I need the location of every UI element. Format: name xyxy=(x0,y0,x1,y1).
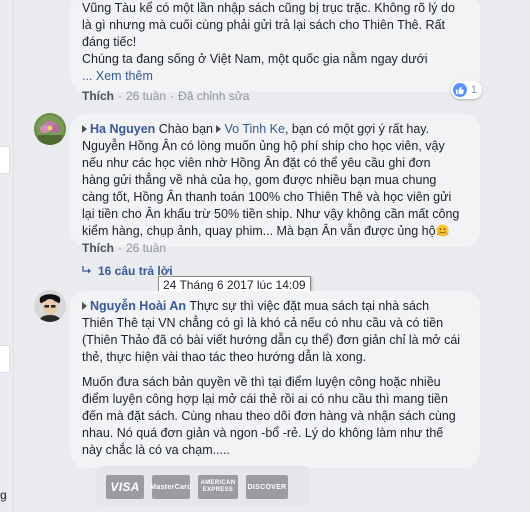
comment-bubble: Nguyễn Hoài An Thực sự thì việc đặt mua … xyxy=(70,291,480,468)
comment-author[interactable]: Nguyễn Hoài An xyxy=(90,299,186,313)
comment-line: thẻ, thực hiện vài thao tác theo hướng d… xyxy=(82,350,367,364)
edited-label[interactable]: Đã chỉnh sửa xyxy=(178,89,249,103)
caret-icon xyxy=(82,302,87,310)
left-edge-text: g xyxy=(0,488,7,502)
thumbs-up-icon xyxy=(452,83,467,97)
caret-icon xyxy=(82,125,87,133)
comment-line: nếu như các học viên nhờ Hồng Ân đặt có … xyxy=(82,156,431,170)
reply-arrow-icon xyxy=(82,264,92,278)
left-column-edge: g xyxy=(0,0,14,512)
comment-text: Thực sự thì việc đặt mua sách tại nhà sá… xyxy=(189,299,430,313)
comment-actions: Thích · 26 tuần xyxy=(82,241,167,255)
reaction-count[interactable]: 1 xyxy=(450,81,482,99)
comment-line: Thiên Thê tại VN chẳng có gì là khó cả n… xyxy=(82,316,444,330)
comment-line: này chắc là có va chạm..... xyxy=(82,443,230,457)
left-panel-box xyxy=(0,345,10,373)
payment-cards-image[interactable]: VISA MasterCard AMERICAN EXPRESS DISCOVE… xyxy=(96,466,310,506)
caret-icon xyxy=(216,125,222,133)
timestamp[interactable]: 26 tuần xyxy=(126,89,166,103)
timestamp[interactable]: 26 tuần xyxy=(126,241,166,255)
comment-line: đáng tiếc! xyxy=(82,35,137,49)
comment-line: Nguyễn Hồng Ân có lòng muốn ủng hộ phí s… xyxy=(82,139,445,153)
comment-line: đến mà đặt sách. Cùng nhau theo dõi đơn … xyxy=(82,409,456,423)
like-link[interactable]: Thích xyxy=(82,241,114,255)
comment-line: hàng gửi thẳng về nhà của họ, gom được n… xyxy=(82,173,437,187)
mastercard-logo: MasterCard xyxy=(150,475,191,499)
comment-bubble: Vũng Tàu kể có một lần nhập sách cũng bị… xyxy=(70,0,480,92)
see-more-link[interactable]: ... Xem thêm xyxy=(82,69,153,83)
hugging-face-emoji-icon xyxy=(436,224,449,237)
mention-link[interactable]: Vo Tinh Ke xyxy=(224,122,284,136)
comment-line: Chúng ta đang sống ở Việt Nam, một quốc … xyxy=(82,52,428,66)
reaction-number: 1 xyxy=(470,84,477,96)
comment-text: , bạn có một gợi ý rất hay. xyxy=(284,122,430,136)
discover-logo: DISCOVER xyxy=(246,475,288,499)
comment-line: (Thiên Thảo đã có bài viết hướng dẫn cụ … xyxy=(82,333,461,347)
comment-line: càng tốt, Hồng Ân thanh toán 100% cho Th… xyxy=(82,190,452,204)
comment-line: Vũng Tàu kể có một lần nhập sách cũng bị… xyxy=(82,1,455,15)
comment-line: Muốn đưa sách bản quyền về thì tại điểm … xyxy=(82,375,441,389)
like-link[interactable]: Thích xyxy=(82,89,114,103)
person-avatar-icon xyxy=(34,290,66,322)
flower-avatar-icon xyxy=(34,113,66,145)
comment-author[interactable]: Ha Nguyen xyxy=(90,122,155,136)
comment-line: là gì nhưng mà cuối cùng phải gửi trả lạ… xyxy=(82,18,446,32)
visa-logo: VISA xyxy=(106,475,144,499)
comment-line: điểm luyện công hợp lại mở cái thẻ rồi a… xyxy=(82,392,448,406)
left-panel-box xyxy=(0,146,10,174)
comment-line: lại tiền cho Ân khấu trừ 50% tiền ship. … xyxy=(82,207,460,221)
comment-actions: Thích · 26 tuần · Đã chỉnh sửa xyxy=(82,89,250,103)
avatar[interactable] xyxy=(34,113,66,145)
comment-greeting: Chào bạn xyxy=(158,122,213,136)
comment-line: kiểm hàng, chụp ảnh, quay phim... Mà bạn… xyxy=(82,224,436,238)
comment-bubble: Ha Nguyen Chào bạn Vo Tinh Ke, bạn có mộ… xyxy=(70,114,480,247)
comment-line: nhau. Nó quá đơn giản và ngon -bổ -rẻ. L… xyxy=(82,426,444,440)
amex-logo: AMERICAN EXPRESS xyxy=(198,475,238,499)
avatar[interactable] xyxy=(34,290,66,322)
